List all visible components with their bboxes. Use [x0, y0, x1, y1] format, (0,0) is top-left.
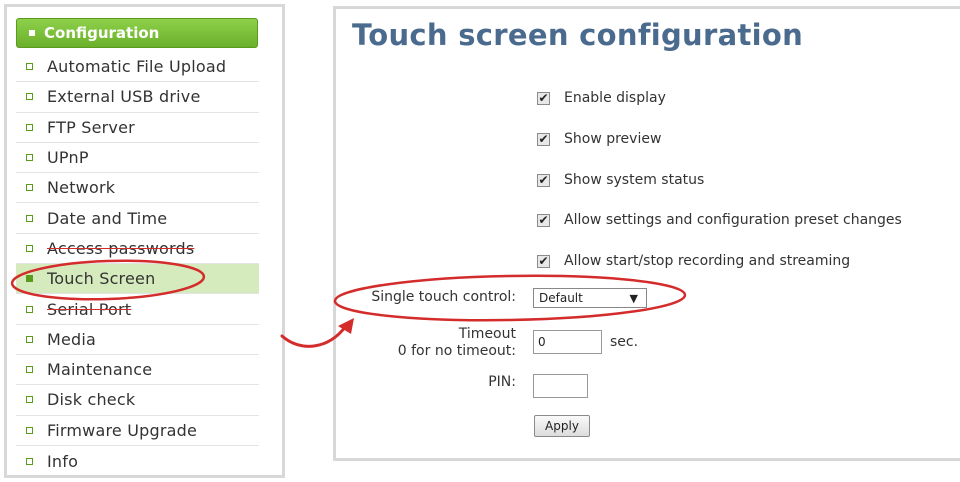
- sidebar-item-label: FTP Server: [47, 117, 135, 137]
- sidebar-item-upnp[interactable]: UPnP: [16, 143, 259, 174]
- timeout-unit: sec.: [610, 334, 639, 350]
- sidebar-item-label: Info: [47, 451, 79, 471]
- bullet-icon: [26, 184, 33, 192]
- bullet-icon: [26, 275, 33, 283]
- page-title: Touch screen configuration: [352, 18, 804, 52]
- sidebar-menu: Automatic File Upload External USB drive…: [16, 52, 259, 476]
- sidebar-item-label: Serial Port: [47, 299, 132, 319]
- sidebar-header-configuration[interactable]: Configuration: [16, 18, 258, 48]
- pin-label: PIN:: [488, 374, 516, 390]
- sidebar-item-serial-port[interactable]: Serial Port: [16, 294, 259, 325]
- show-preview-checkbox[interactable]: ✔: [537, 132, 550, 146]
- bullet-icon: [29, 30, 35, 36]
- sidebar-item-label: Access passwords: [47, 238, 195, 258]
- bullet-icon: [26, 63, 33, 71]
- dropdown-arrow-icon: ▼: [629, 291, 638, 305]
- show-preview-row: ✔ Show preview: [537, 129, 661, 149]
- sidebar-item-label: Media: [47, 329, 97, 349]
- bullet-icon: [26, 366, 33, 374]
- bullet-icon: [26, 396, 33, 404]
- sidebar-item-network[interactable]: Network: [16, 173, 259, 204]
- allow-settings-label: Allow settings and configuration preset …: [564, 212, 902, 228]
- main-panel-frame: [333, 6, 960, 461]
- sidebar-item-label: Touch Screen: [47, 269, 156, 289]
- sidebar-item-disk-check[interactable]: Disk check: [16, 385, 259, 416]
- single-touch-select[interactable]: Default ▼: [533, 288, 647, 308]
- sidebar-item-label: External USB drive: [47, 87, 201, 107]
- sidebar-item-media[interactable]: Media: [16, 325, 259, 355]
- sidebar-item-ftp-server[interactable]: FTP Server: [16, 113, 259, 143]
- sidebar-item-label: Maintenance: [47, 360, 153, 380]
- sidebar-item-label: Network: [47, 178, 116, 198]
- sidebar-item-touch-screen[interactable]: Touch Screen: [16, 264, 259, 295]
- sidebar-item-access-passwords[interactable]: Access passwords: [16, 234, 259, 265]
- allow-recording-label: Allow start/stop recording and streaming: [564, 253, 851, 269]
- bullet-icon: [26, 426, 33, 434]
- sidebar-item-info[interactable]: Info: [16, 446, 259, 476]
- sidebar-header-label: Configuration: [44, 24, 160, 42]
- sidebar-item-firmware-upgrade[interactable]: Firmware Upgrade: [16, 416, 259, 446]
- sidebar-item-label: Date and Time: [47, 208, 168, 228]
- sidebar-item-label: UPnP: [47, 148, 89, 168]
- timeout-input[interactable]: [533, 330, 602, 354]
- bullet-icon: [26, 305, 33, 313]
- enable-display-checkbox[interactable]: ✔: [537, 91, 550, 105]
- pin-input[interactable]: [533, 374, 588, 398]
- bullet-icon: [26, 93, 33, 101]
- allow-settings-row: ✔ Allow settings and configuration prese…: [537, 210, 902, 230]
- sidebar-item-external-usb-drive[interactable]: External USB drive: [16, 82, 259, 113]
- timeout-label-line2: 0 for no timeout:: [397, 343, 516, 359]
- bullet-icon: [26, 123, 33, 131]
- single-touch-value: Default: [539, 291, 583, 305]
- bullet-icon: [26, 335, 33, 343]
- show-system-status-checkbox[interactable]: ✔: [537, 173, 550, 187]
- sidebar-item-date-and-time[interactable]: Date and Time: [16, 203, 259, 234]
- sidebar-item-label: Disk check: [47, 390, 136, 410]
- allow-settings-checkbox[interactable]: ✔: [537, 213, 550, 227]
- sidebar-item-automatic-file-upload[interactable]: Automatic File Upload: [16, 52, 259, 83]
- allow-recording-checkbox[interactable]: ✔: [537, 254, 550, 268]
- timeout-label: Timeout 0 for no timeout:: [356, 326, 516, 360]
- enable-display-label: Enable display: [564, 90, 666, 106]
- sidebar-item-label: Firmware Upgrade: [47, 420, 198, 440]
- show-system-status-row: ✔ Show system status: [537, 170, 704, 190]
- apply-button[interactable]: Apply: [534, 415, 590, 437]
- bullet-icon: [26, 214, 33, 222]
- bullet-icon: [26, 244, 33, 252]
- bullet-icon: [26, 457, 33, 465]
- enable-display-row: ✔ Enable display: [537, 88, 666, 108]
- sidebar-item-label: Automatic File Upload: [47, 57, 227, 77]
- show-system-status-label: Show system status: [564, 172, 705, 188]
- sidebar-item-maintenance[interactable]: Maintenance: [16, 355, 259, 386]
- allow-recording-row: ✔ Allow start/stop recording and streami…: [537, 251, 850, 271]
- timeout-label-line1: Timeout: [458, 326, 516, 342]
- bullet-icon: [26, 154, 33, 162]
- show-preview-label: Show preview: [564, 131, 662, 147]
- single-touch-label: Single touch control:: [371, 289, 516, 305]
